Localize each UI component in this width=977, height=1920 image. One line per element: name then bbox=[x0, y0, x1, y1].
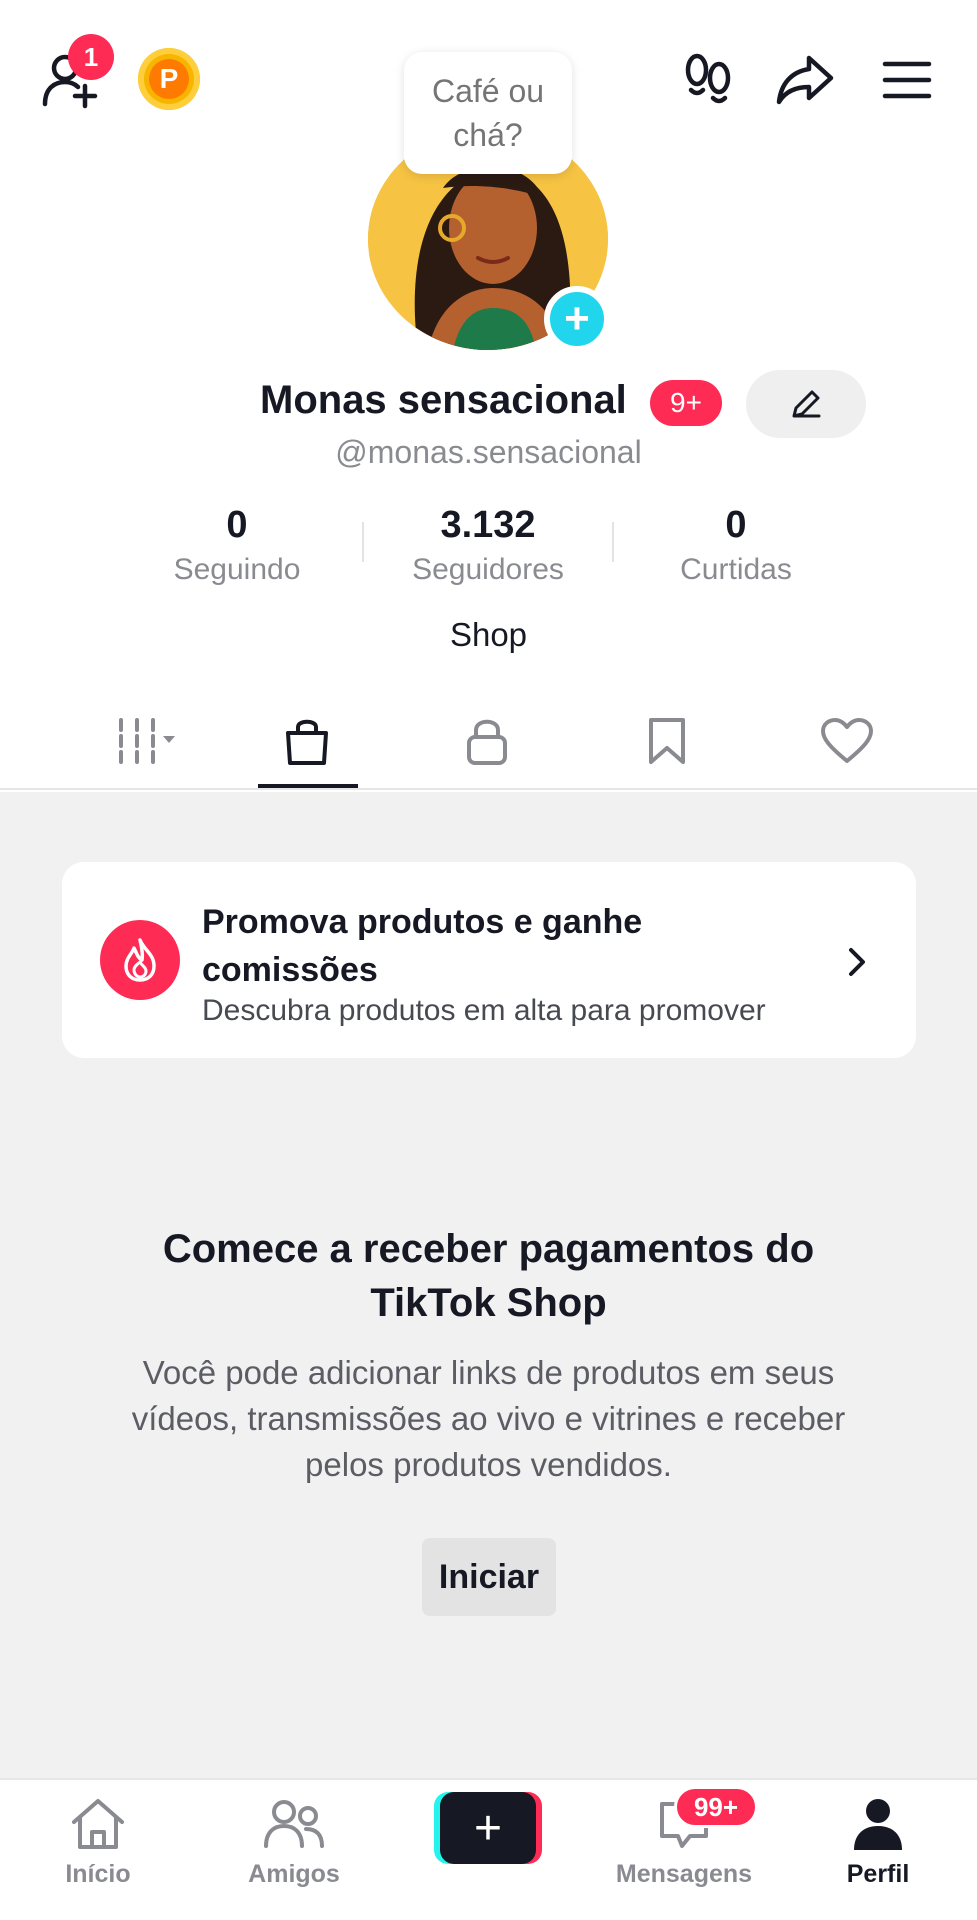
tab-saved[interactable] bbox=[612, 706, 722, 776]
stats-row: 0 Seguindo 3.132 Seguidores 0 Curtidas bbox=[0, 500, 977, 590]
messages-badge: 99+ bbox=[674, 1786, 758, 1828]
profile-tabs bbox=[0, 690, 977, 790]
active-tab-indicator bbox=[258, 784, 358, 788]
shop-empty-title: Comece a receber pagamentos do TikTok Sh… bbox=[162, 1227, 815, 1325]
friends-icon bbox=[262, 1794, 326, 1854]
profile-name-row: Monas sensacional 9+ bbox=[0, 370, 977, 438]
tab-shop[interactable] bbox=[252, 706, 362, 776]
bookmark-icon bbox=[649, 718, 685, 764]
tab-private[interactable] bbox=[432, 706, 542, 776]
menu-button[interactable] bbox=[878, 52, 936, 108]
nav-profile[interactable]: Perfil bbox=[798, 1794, 958, 1904]
shop-content: Promova produtos e ganhe comissões Descu… bbox=[0, 792, 977, 1778]
profile-icon bbox=[846, 1794, 910, 1854]
tab-videos[interactable] bbox=[84, 706, 194, 776]
add-avatar-button[interactable]: + bbox=[544, 286, 610, 352]
add-friend-button[interactable]: 1 bbox=[36, 34, 114, 112]
promo-card[interactable]: Promova produtos e ganhe comissões Descu… bbox=[62, 862, 916, 1058]
note-bubble[interactable]: Café ou chá? bbox=[404, 52, 572, 174]
grid-icon bbox=[119, 718, 175, 764]
stat-following[interactable]: 0 Seguindo bbox=[137, 500, 337, 590]
home-icon bbox=[66, 1794, 130, 1854]
profile-bio: Shop bbox=[449, 616, 528, 653]
nav-home[interactable]: Início bbox=[18, 1794, 178, 1904]
stat-likes[interactable]: 0 Curtidas bbox=[636, 500, 836, 590]
coin-icon: P bbox=[149, 59, 189, 99]
share-profile-button[interactable] bbox=[772, 52, 838, 108]
create-button[interactable]: + bbox=[434, 1792, 542, 1864]
heart-icon bbox=[821, 718, 873, 763]
add-friend-badge: 1 bbox=[68, 34, 114, 80]
tab-liked[interactable] bbox=[792, 706, 902, 776]
nav-messages-label: Mensagens bbox=[615, 1860, 753, 1888]
menu-icon bbox=[882, 61, 932, 99]
plus-icon: + bbox=[440, 1792, 536, 1864]
promo-title: Promova produtos e ganhe comissões bbox=[202, 903, 643, 989]
bottom-nav: Início Amigos + Mensagens 99+ Perfil bbox=[0, 1778, 977, 1920]
edit-profile-button[interactable] bbox=[746, 370, 866, 438]
display-name: Monas sensacional bbox=[260, 378, 627, 422]
pencil-icon bbox=[792, 390, 821, 418]
chevron-right-icon bbox=[842, 942, 872, 982]
stat-divider bbox=[612, 522, 614, 562]
nav-friends[interactable]: Amigos bbox=[214, 1794, 374, 1904]
nav-home-label: Início bbox=[65, 1860, 131, 1888]
lock-icon bbox=[467, 719, 507, 765]
stat-likes-value: 0 bbox=[725, 504, 747, 546]
stat-followers[interactable]: 3.132 Seguidores bbox=[388, 500, 588, 590]
profile-views-button[interactable] bbox=[680, 52, 736, 108]
stat-followers-value: 3.132 bbox=[440, 504, 536, 546]
promo-subtitle: Descubra produtos em alta para promover bbox=[202, 994, 766, 1027]
name-badge[interactable]: 9+ bbox=[650, 380, 722, 426]
stat-following-value: 0 bbox=[226, 504, 248, 546]
start-button[interactable]: Iniciar bbox=[422, 1538, 556, 1616]
username-handle: @monas.sensacional bbox=[335, 434, 642, 470]
stat-likes-label: Curtidas bbox=[680, 553, 792, 586]
stat-following-label: Seguindo bbox=[173, 553, 301, 586]
stat-divider bbox=[362, 522, 364, 562]
flame-icon bbox=[100, 920, 180, 1000]
nav-friends-label: Amigos bbox=[248, 1860, 340, 1888]
nav-profile-label: Perfil bbox=[846, 1860, 910, 1888]
stat-followers-label: Seguidores bbox=[412, 553, 564, 586]
coin-button[interactable]: P bbox=[138, 48, 200, 110]
shop-empty-description: Você pode adicionar links de produtos em… bbox=[131, 1354, 846, 1483]
shopping-bag-icon bbox=[286, 719, 328, 765]
share-icon bbox=[776, 55, 834, 105]
footprints-icon bbox=[685, 53, 731, 104]
